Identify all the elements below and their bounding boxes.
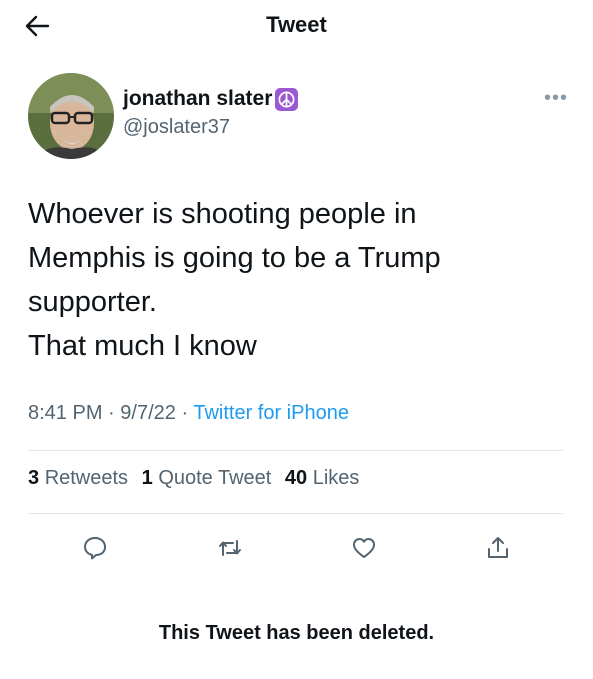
tweet-date[interactable]: 9/7/22 [120,402,176,424]
tweet-text-line: Memphis is going to be a Trump [28,242,441,274]
avatar[interactable] [28,73,114,159]
top-bar: Tweet [0,0,593,52]
page-title: Tweet [266,12,327,37]
tweet-text-line: That much I know [28,330,257,362]
engagement-stats: 3 Retweets 1 Quote Tweet 40 Likes [28,467,367,490]
likes-stat[interactable]: 40 Likes [285,467,360,489]
tweet-text-line: supporter. [28,286,157,318]
retweets-stat[interactable]: 3 Retweets [28,467,128,489]
tweet-text-line: Whoever is shooting people in [28,198,417,230]
retweets-label: Retweets [44,467,129,489]
quote-tweets-label: Quote Tweet [158,467,272,489]
likes-label: Likes [312,467,360,489]
peace-sign-icon [275,87,299,111]
author-name-row[interactable]: jonathan slater [123,87,299,111]
divider [28,450,563,451]
retweets-count: 3 [28,467,40,489]
more-options-icon[interactable]: ••• [544,87,568,110]
deleted-tweet-notice: This Tweet has been deleted. [158,622,435,644]
likes-count: 40 [284,467,308,489]
tweet-metadata: 8:41 PM · 9/7/22 · Twitter for iPhone [28,402,349,425]
like-icon[interactable] [346,530,382,566]
tweet-source-link[interactable]: Twitter for iPhone [193,402,349,424]
quote-tweets-count: 1 [141,467,153,489]
retweet-icon[interactable] [212,530,248,566]
divider [28,513,563,514]
reply-icon[interactable] [77,530,113,566]
display-name: jonathan slater [123,87,273,110]
meta-separator: · [181,402,189,424]
share-icon[interactable] [480,530,516,566]
meta-separator: · [108,402,115,424]
quote-tweets-stat[interactable]: 1 Quote Tweet [142,467,272,489]
tweet-time[interactable]: 8:41 PM [28,402,102,424]
tweet-action-bar [0,530,593,566]
author-handle[interactable]: @joslater37 [123,116,230,139]
tweet-author: jonathan slater @joslater37 ••• [28,73,568,163]
tweet-text: Whoever is shooting people in Memphis is… [28,192,568,368]
